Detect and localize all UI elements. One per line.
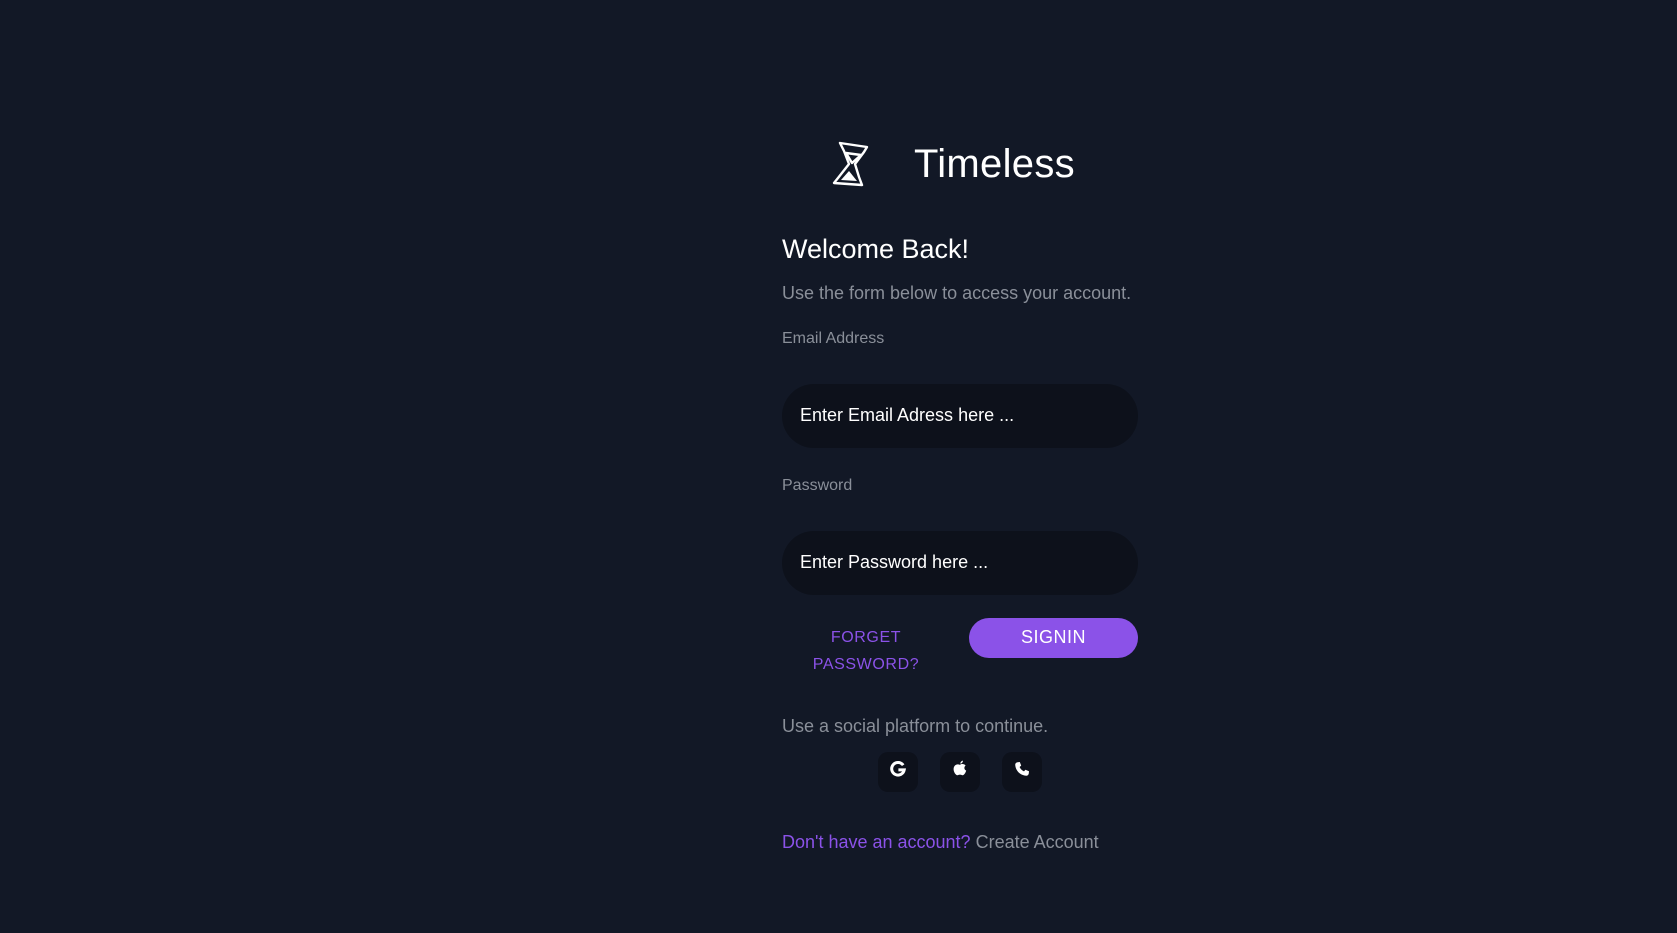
no-account-text[interactable]: Don't have an account?: [782, 832, 971, 852]
apple-signin-button[interactable]: [940, 751, 980, 792]
login-page: Timeless Welcome Back! Use the form belo…: [0, 0, 1677, 933]
brand-header: Timeless: [828, 136, 1075, 192]
google-signin-button[interactable]: [878, 751, 918, 792]
welcome-subtitle: Use the form below to access your accoun…: [782, 283, 1132, 303]
signin-button[interactable]: SIGNIN: [969, 617, 1138, 658]
email-field[interactable]: [782, 383, 1138, 448]
password-label: Password: [782, 476, 853, 494]
google-icon: [889, 760, 907, 783]
create-account-link[interactable]: Create Account: [976, 832, 1099, 852]
phone-icon: [1014, 761, 1030, 782]
form-actions: FORGET PASSWORD? SIGNIN: [782, 617, 1138, 678]
login-form: Welcome Back! Use the form below to acce…: [782, 230, 1138, 853]
forgot-password-link[interactable]: FORGET PASSWORD?: [782, 624, 950, 678]
phone-signin-button[interactable]: [1002, 751, 1042, 792]
password-field[interactable]: [782, 530, 1138, 595]
apple-icon: [952, 760, 968, 783]
hourglass-icon: [828, 139, 874, 189]
brand-name: Timeless: [914, 142, 1075, 186]
welcome-title: Welcome Back!: [782, 234, 970, 264]
social-buttons: [782, 751, 1138, 792]
email-label: Email Address: [782, 329, 885, 347]
signup-prompt: Don't have an account? Create Account: [782, 832, 1138, 854]
social-prompt: Use a social platform to continue.: [782, 715, 1049, 736]
